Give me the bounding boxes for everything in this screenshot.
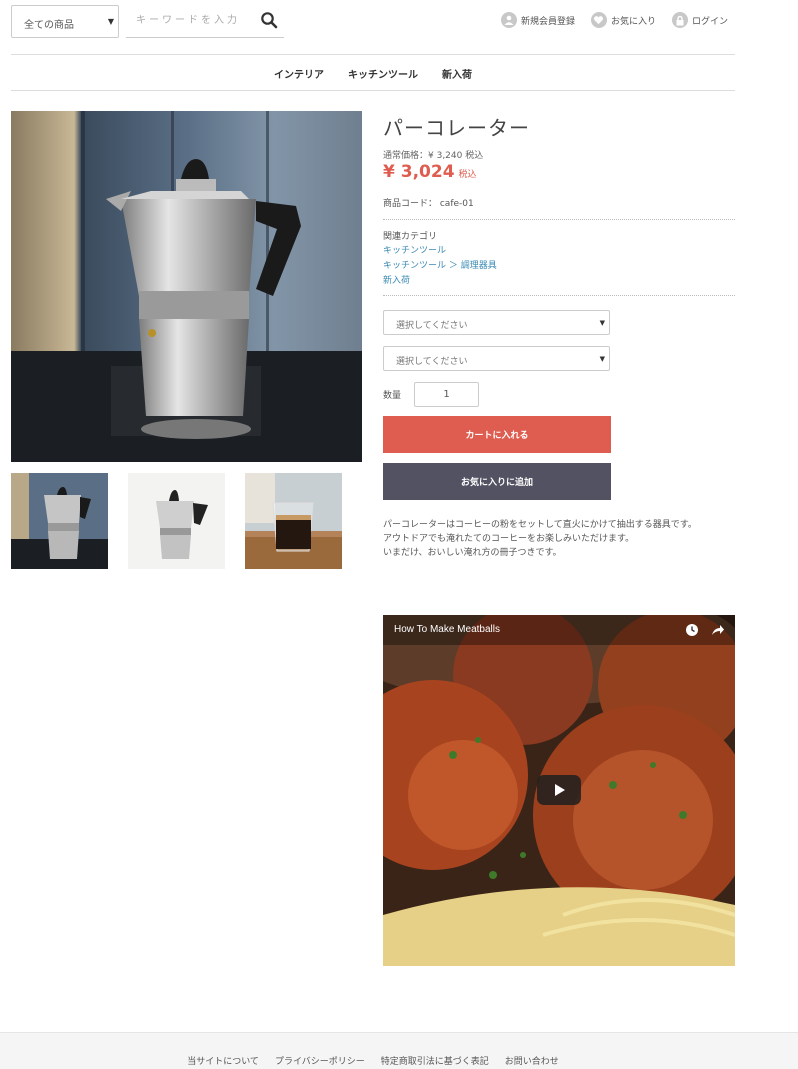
add-to-favorites-button[interactable]: お気に入りに追加 xyxy=(383,463,611,500)
login-label: ログイン xyxy=(691,16,728,27)
option-select-1-value: 選択してください xyxy=(396,321,468,331)
chevron-down-icon: ▼ xyxy=(599,319,605,327)
description-line: いまだけ、おいしい淹れ方の冊子つきです。 xyxy=(383,548,562,558)
footer-links: 当サイトについて プライバシーポリシー 特定商取引法に基づく表記 お問い合わせ xyxy=(0,1054,746,1067)
footer-link-tokushoho[interactable]: 特定商取引法に基づく表記 xyxy=(381,1054,489,1067)
embedded-video[interactable]: How To Make Meatballs xyxy=(383,615,735,966)
product-thumbnail-1[interactable] xyxy=(11,473,108,569)
add-to-cart-button[interactable]: カートに入れる xyxy=(383,416,611,453)
category-link[interactable]: 新入荷 xyxy=(383,273,410,286)
footer-link-privacy[interactable]: プライバシーポリシー xyxy=(275,1054,365,1067)
footer-link-about[interactable]: 当サイトについて xyxy=(187,1054,259,1067)
nav-divider xyxy=(11,90,735,91)
play-button[interactable] xyxy=(537,775,581,805)
option-select-2[interactable]: 選択してください ▼ xyxy=(383,346,610,371)
video-title[interactable]: How To Make Meatballs xyxy=(394,624,500,635)
user-links: 新規会員登録 お気に入り ログイン xyxy=(500,12,728,28)
footer-link-contact[interactable]: お問い合わせ xyxy=(505,1054,559,1067)
product-title: パーコレーター xyxy=(383,116,530,140)
product-thumbnail-2[interactable] xyxy=(128,473,225,569)
option-select-1[interactable]: 選択してください ▼ xyxy=(383,310,610,335)
nav-item-interior[interactable]: インテリア xyxy=(274,66,324,81)
category-select-value: 全ての商品 xyxy=(24,20,74,31)
product-code: 商品コード： cafe-01 xyxy=(383,199,474,209)
option-select-2-value: 選択してください xyxy=(396,357,468,367)
quantity-label: 数量 xyxy=(383,391,402,401)
user-icon xyxy=(500,12,517,28)
quantity-input[interactable]: 1 xyxy=(414,382,479,407)
search-box xyxy=(126,5,284,38)
page: 全ての商品 ▼ 新規会員登録 お気に入り ログ xyxy=(0,0,798,1069)
description-line: アウトドアでも淹れたてのコーヒーをお楽しみいただけます。 xyxy=(383,534,635,544)
sale-price-tax: 税込 xyxy=(458,170,477,180)
nav-item-new-arrivals[interactable]: 新入荷 xyxy=(442,66,472,81)
product-description: パーコレーターはコーヒーの粉をセットして直火にかけて抽出する器具です。 アウトド… xyxy=(383,518,735,560)
sale-price-value: ¥ 3,024 xyxy=(383,162,455,182)
divider xyxy=(383,295,735,296)
footer: 当サイトについて プライバシーポリシー 特定商取引法に基づく表記 お問い合わせ xyxy=(0,1032,798,1069)
category-link[interactable]: キッチンツール ＞ 調理器具 xyxy=(383,258,497,271)
description-line: パーコレーターはコーヒーの粉をセットして直火にかけて抽出する器具です。 xyxy=(383,520,697,530)
chevron-down-icon: ▼ xyxy=(107,17,114,26)
favorites-label: お気に入り xyxy=(610,16,656,27)
category-select[interactable]: 全ての商品 ▼ xyxy=(11,5,119,38)
register-link[interactable]: 新規会員登録 xyxy=(500,12,575,28)
heart-icon xyxy=(590,12,607,28)
divider xyxy=(383,219,735,220)
category-link[interactable]: キッチンツール xyxy=(383,243,446,256)
regular-price: 通常価格：¥ 3,240 税込 xyxy=(383,151,484,161)
lock-icon xyxy=(671,12,688,28)
register-label: 新規会員登録 xyxy=(520,16,575,27)
search-input[interactable] xyxy=(126,5,246,35)
category-heading: 関連カテゴリ xyxy=(383,232,438,242)
product-main-image xyxy=(11,111,362,462)
favorites-link[interactable]: お気に入り xyxy=(590,12,656,28)
login-link[interactable]: ログイン xyxy=(671,12,728,28)
share-icon[interactable] xyxy=(711,622,725,641)
clock-icon[interactable] xyxy=(685,622,699,641)
header-divider xyxy=(11,54,735,55)
chevron-down-icon: ▼ xyxy=(599,355,605,363)
global-nav: インテリア キッチンツール 新入荷 xyxy=(0,66,746,81)
search-icon[interactable] xyxy=(260,11,280,31)
video-controls xyxy=(685,622,725,641)
sale-price: ¥ 3,024 税込 xyxy=(383,162,477,182)
nav-item-kitchen-tools[interactable]: キッチンツール xyxy=(348,66,418,81)
product-thumbnail-3[interactable] xyxy=(245,473,342,569)
